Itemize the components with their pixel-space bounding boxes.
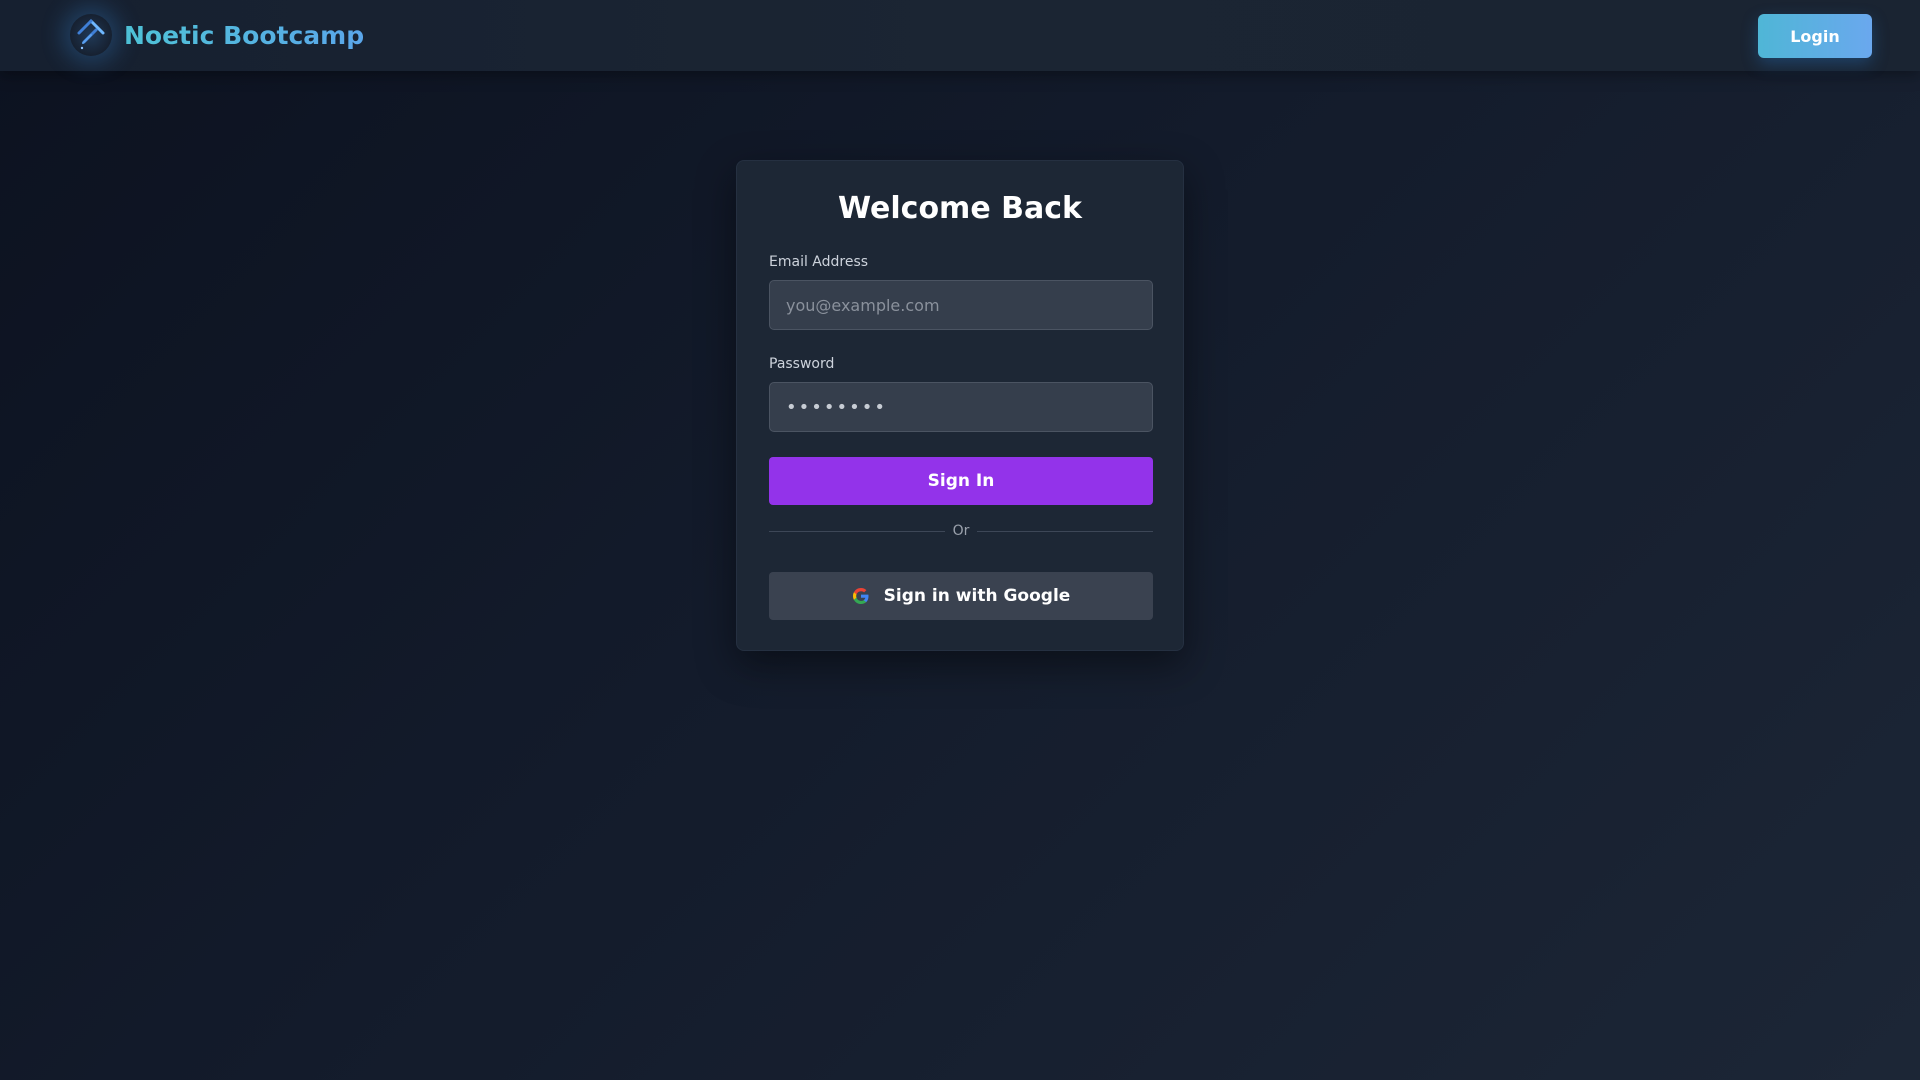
- divider-line-right: [977, 530, 1153, 532]
- email-label: Email Address: [769, 254, 869, 270]
- google-sign-in-button[interactable]: Sign in with Google: [769, 572, 1153, 620]
- password-field[interactable]: [769, 382, 1153, 432]
- top-navbar: Noetic Bootcamp Login: [0, 0, 1920, 71]
- brand-name: Noetic Bootcamp: [124, 20, 365, 50]
- email-field[interactable]: [769, 280, 1153, 330]
- divider-line-left: [769, 530, 945, 532]
- google-sign-in-label: Sign in with Google: [883, 586, 1071, 606]
- sign-in-button[interactable]: Sign In: [769, 457, 1153, 505]
- page-title: Welcome Back: [838, 191, 1082, 226]
- diamond-logo-icon: [70, 14, 112, 56]
- google-icon: [852, 587, 870, 605]
- login-button[interactable]: Login: [1758, 14, 1872, 58]
- divider-text: Or: [952, 523, 970, 539]
- password-label: Password: [769, 356, 835, 372]
- or-divider: Or: [769, 521, 1153, 541]
- login-card: Welcome Back Email Address Password Sign…: [736, 160, 1184, 651]
- brand[interactable]: Noetic Bootcamp: [70, 14, 364, 56]
